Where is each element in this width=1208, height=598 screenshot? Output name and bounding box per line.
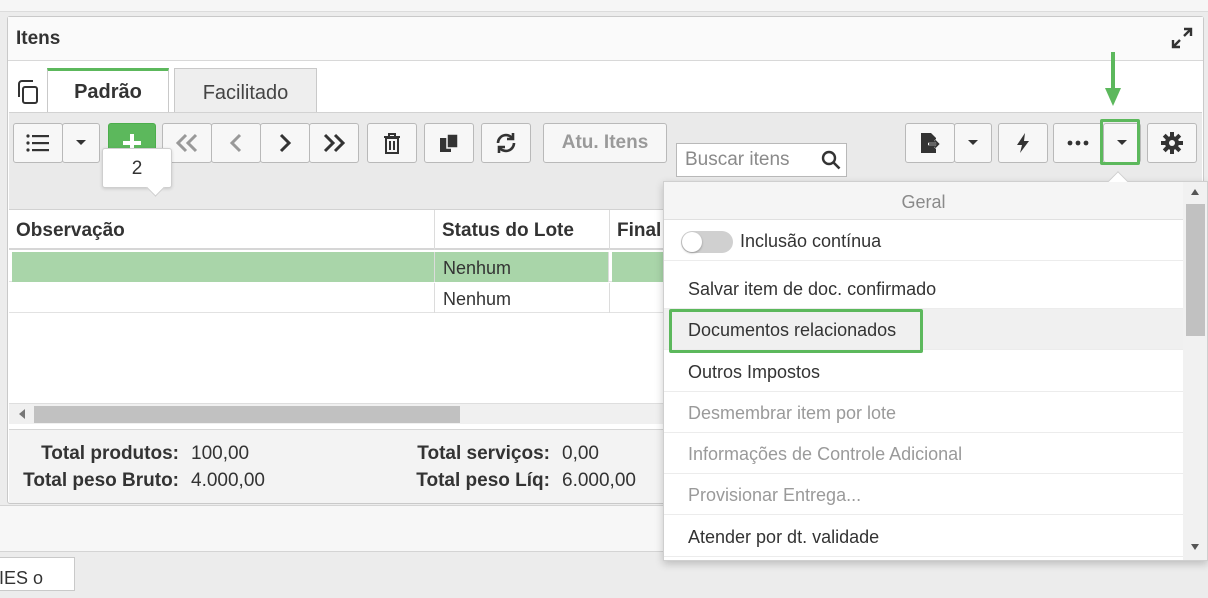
settings-button[interactable]	[1147, 123, 1197, 163]
menu-vertical-scrollbar[interactable]	[1183, 182, 1207, 560]
double-chevron-right-icon	[323, 133, 346, 153]
ellipsis-icon	[1067, 140, 1089, 146]
previous-button[interactable]	[211, 123, 261, 163]
tab-padrao[interactable]: Padrão	[47, 68, 169, 113]
total-servicos-value: 0,00	[562, 443, 599, 464]
list-view-dropdown[interactable]	[62, 123, 100, 163]
caret-down-icon	[968, 140, 978, 145]
column-header-observacao[interactable]: Observação	[9, 210, 435, 250]
bolt-icon	[1017, 133, 1029, 153]
total-produtos-value: 100,00	[191, 443, 250, 464]
double-chevron-left-icon	[175, 133, 198, 153]
table-row[interactable]: Nenhum	[9, 252, 664, 282]
total-peso-bruto-label: Total peso Bruto:	[23, 470, 179, 491]
scrollbar-thumb[interactable]	[34, 406, 460, 423]
grid-header: Observação Status do Lote Final	[9, 210, 664, 250]
menu-item-controle-adicional: Informações de Controle Adicional	[664, 433, 1183, 474]
scroll-down-icon	[1191, 544, 1199, 550]
cell-status-lote: Nenhum	[435, 252, 609, 282]
inclusao-continua-toggle[interactable]	[681, 231, 733, 253]
last-button[interactable]	[309, 123, 359, 163]
table-row[interactable]: Nenhum	[9, 283, 664, 313]
export-dropdown[interactable]	[954, 123, 992, 163]
trash-icon	[384, 133, 400, 154]
cell-final	[610, 283, 664, 313]
annotation-arrow-icon	[1105, 52, 1121, 106]
copy-item-icon	[440, 133, 459, 152]
next-button[interactable]	[260, 123, 310, 163]
gear-icon	[1161, 132, 1183, 154]
menu-item-provisionar-entrega: Provisionar Entrega...	[664, 474, 1183, 515]
menu-section-header: Geral	[664, 182, 1183, 220]
more-button[interactable]	[1053, 123, 1103, 163]
chevron-left-icon	[229, 133, 242, 153]
top-strip	[0, 0, 1208, 12]
annotation-highlight-documentos	[669, 309, 923, 353]
total-peso-liq-value: 6.000,00	[562, 470, 636, 491]
menu-item-salvar-item[interactable]: Salvar item de doc. confirmado	[664, 268, 1183, 309]
column-header-status-lote[interactable]: Status do Lote	[435, 210, 610, 250]
annotation-highlight-more-dropdown	[1100, 119, 1140, 165]
tab-facilitado[interactable]: Facilitado	[174, 68, 317, 113]
total-peso-bruto-value: 4.000,00	[191, 470, 265, 491]
bottom-tab[interactable]: IES o	[0, 557, 75, 591]
cell-final	[612, 252, 664, 282]
search-input[interactable]	[683, 148, 821, 172]
cell-status-lote: Nenhum	[435, 283, 610, 313]
search-box	[676, 143, 847, 177]
panel-header: Itens	[8, 17, 1203, 61]
delete-button[interactable]	[367, 123, 417, 163]
refresh-button[interactable]	[481, 123, 531, 163]
cell-observacao	[9, 283, 435, 313]
panel-title: Itens	[16, 28, 61, 49]
quick-action-button[interactable]	[998, 123, 1048, 163]
horizontal-scrollbar[interactable]	[9, 403, 664, 424]
scroll-left-icon	[19, 409, 25, 419]
total-servicos-label: Total serviços:	[417, 443, 550, 464]
more-options-menu: Geral Inclusão contínua Salvar item de d…	[663, 171, 1208, 561]
menu-item-label: Inclusão contínua	[740, 231, 882, 251]
menu-item-outros-impostos[interactable]: Outros Impostos	[664, 351, 1183, 392]
list-view-button[interactable]	[13, 123, 63, 163]
cell-observacao	[12, 252, 435, 282]
add-item-tooltip: 2	[102, 148, 172, 188]
list-icon	[26, 134, 49, 152]
caret-down-icon	[76, 140, 86, 145]
export-button[interactable]	[905, 123, 955, 163]
items-grid: Observação Status do Lote Final Nenhum N…	[9, 210, 664, 424]
copy-item-button[interactable]	[424, 123, 474, 163]
file-export-icon	[921, 133, 941, 153]
menu-item-desmembrar: Desmembrar item por lote	[664, 392, 1183, 433]
copy-icon[interactable]	[16, 79, 40, 105]
chevron-right-icon	[279, 133, 292, 153]
total-produtos-label: Total produtos:	[41, 443, 179, 464]
refresh-icon	[496, 133, 516, 153]
column-header-final[interactable]: Final	[610, 210, 664, 250]
totals-footer: Total produtos: 100,00 Total serviços: 0…	[9, 429, 664, 503]
menu-scrollbar-thumb[interactable]	[1186, 204, 1205, 336]
menu-item-inclusao-continua[interactable]: Inclusão contínua	[664, 220, 1183, 261]
scroll-up-icon	[1191, 189, 1199, 195]
expand-icon[interactable]	[1171, 27, 1193, 49]
menu-item-atender-validade[interactable]: Atender por dt. validade	[664, 516, 1183, 557]
total-peso-liq-label: Total peso Líq:	[416, 470, 550, 491]
search-icon[interactable]	[821, 150, 841, 170]
update-items-button[interactable]: Atu. Itens	[543, 123, 667, 163]
